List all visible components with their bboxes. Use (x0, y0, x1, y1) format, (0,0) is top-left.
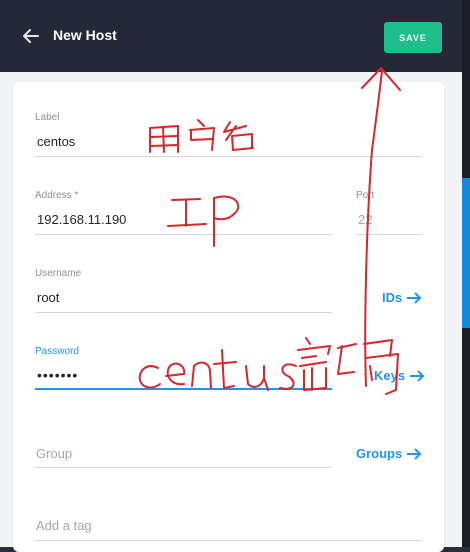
handwritten-annotations (138, 67, 401, 395)
username-note (149, 119, 254, 153)
save-arrow-annotation (361, 67, 401, 387)
password-note (138, 337, 399, 395)
ip-note (167, 195, 240, 247)
